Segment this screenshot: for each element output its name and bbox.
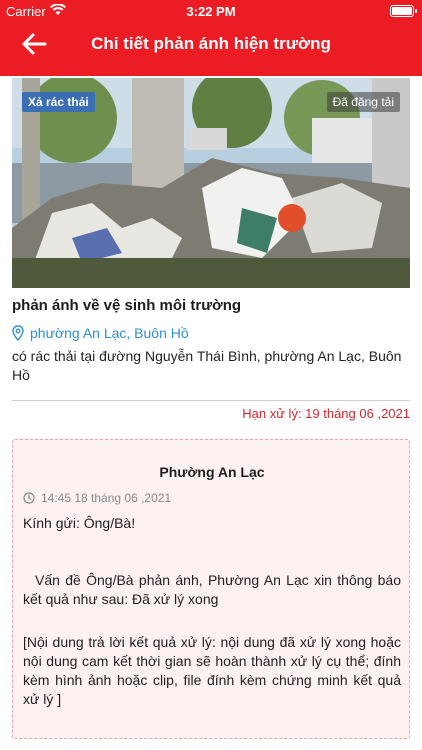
report-description: có rác thải tại đường Nguyễn Thái Bình, … bbox=[12, 348, 402, 383]
divider bbox=[12, 400, 410, 401]
category-badge: Xả rác thải bbox=[22, 92, 95, 112]
report-photo[interactable]: Xả rác thải Đã đăng tải bbox=[12, 78, 410, 288]
reply-paragraph-2: [Nội dung trả lời kết quả xử lý: nội dun… bbox=[23, 634, 401, 707]
report-location[interactable]: phường An Lạc, Buôn Hồ bbox=[12, 325, 189, 341]
reply-paragraph-1: Vấn đề Ông/Bà phản ánh, Phường An Lạc xi… bbox=[23, 572, 401, 607]
location-pin-icon bbox=[12, 325, 24, 341]
status-badge: Đã đăng tải bbox=[326, 92, 400, 112]
reply-body: Kính gửi: Ông/Bà! Vấn đề Ông/Bà phản ánh… bbox=[23, 514, 401, 728]
location-text: phường An Lạc, Buôn Hồ bbox=[30, 325, 189, 341]
status-bar: Carrier 3:22 PM bbox=[0, 0, 422, 22]
page-title: Chi tiết phản ánh hiện trường bbox=[91, 34, 331, 53]
status-time: 3:22 PM bbox=[186, 4, 236, 19]
reply-time-text: 14:45 18 tháng 06 ,2021 bbox=[41, 491, 172, 505]
reply-card: Phường An Lạc 14:45 18 tháng 06 ,2021 Kí… bbox=[12, 439, 410, 739]
report-title: phản ánh về vệ sinh môi trường bbox=[12, 297, 242, 314]
deadline-text: Hạn xử lý: 19 tháng 06 ,2021 bbox=[242, 406, 410, 421]
reply-greeting: Kính gửi: Ông/Bà! bbox=[23, 515, 136, 531]
reply-organization: Phường An Lạc bbox=[159, 464, 265, 480]
clock-icon bbox=[23, 492, 35, 504]
battery-icon bbox=[390, 5, 417, 17]
app-header: Carrier 3:22 PM Chi tiết phản ánh hiện t… bbox=[0, 0, 422, 76]
reply-time: 14:45 18 tháng 06 ,2021 bbox=[23, 491, 171, 505]
